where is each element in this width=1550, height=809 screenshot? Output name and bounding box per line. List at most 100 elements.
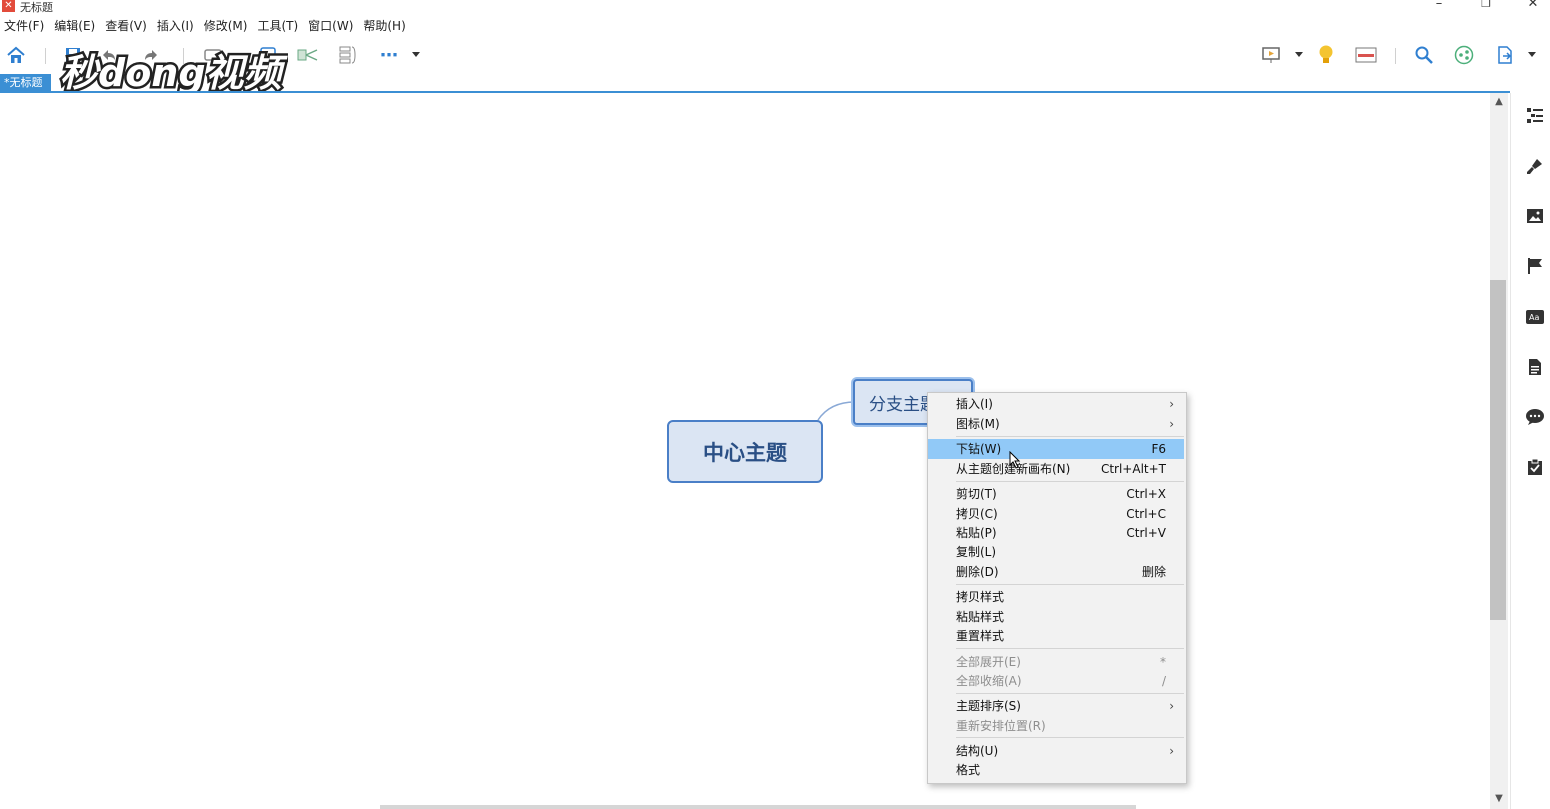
home-button[interactable] xyxy=(5,44,27,66)
document-icon xyxy=(1529,359,1541,375)
menu-item-label: 图标(M) xyxy=(956,417,1000,431)
presentation-dropdown-icon[interactable] xyxy=(1295,52,1303,57)
context-menu-item-drill-down[interactable]: 下钻(W) F6 xyxy=(928,439,1184,459)
central-topic[interactable]: 中心主题 xyxy=(667,420,823,483)
export-icon xyxy=(1498,46,1512,64)
context-menu-item-collapse-all[interactable]: 全部收缩(A) / xyxy=(928,671,1184,691)
watermark-text: 秒dong视频 xyxy=(60,51,288,95)
menu-item-label: 主题排序(S) xyxy=(956,699,1021,713)
menu-item-shortcut: Ctrl+X xyxy=(1126,487,1166,501)
relationship-button[interactable] xyxy=(297,44,319,66)
gantt-icon xyxy=(1355,47,1377,63)
menu-item-label: 插入(I) xyxy=(956,397,993,411)
tab-untitled[interactable]: *无标题 xyxy=(0,74,51,92)
clipboard-check-icon xyxy=(1528,458,1542,475)
context-menu-item-duplicate[interactable]: 复制(L) xyxy=(928,542,1184,562)
horizontal-scrollbar[interactable] xyxy=(380,805,1136,809)
text-style-panel-button[interactable]: Aa xyxy=(1524,306,1546,328)
menu-edit[interactable]: 编辑(E) xyxy=(50,16,101,36)
menu-item-label: 重置样式 xyxy=(956,629,1005,643)
context-menu-item-delete[interactable]: 删除(D) 删除 xyxy=(928,562,1184,582)
task-panel-button[interactable] xyxy=(1524,456,1546,478)
share-icon xyxy=(1454,45,1474,65)
context-menu-item-insert[interactable]: 插入(I) › xyxy=(928,394,1184,414)
menu-item-shortcut: * xyxy=(1160,655,1166,669)
menu-modify[interactable]: 修改(M) xyxy=(200,16,254,36)
restore-button[interactable]: ❐ xyxy=(1471,0,1501,12)
menu-item-label: 重新安排位置(R) xyxy=(956,719,1046,733)
menu-bar: 文件(F) 编辑(E) 查看(V) 插入(I) 修改(M) 工具(T) 窗口(W… xyxy=(0,16,1550,36)
gantt-button[interactable] xyxy=(1355,44,1377,66)
context-menu-item-paste-style[interactable]: 粘贴样式 xyxy=(928,607,1184,627)
menu-file[interactable]: 文件(F) xyxy=(0,16,50,36)
menu-item-label: 拷贝(C) xyxy=(956,507,998,521)
submenu-arrow-icon: › xyxy=(1169,397,1174,411)
menu-separator xyxy=(956,436,1184,437)
menu-help[interactable]: 帮助(H) xyxy=(359,16,411,36)
context-menu-item-sort-topics[interactable]: 主题排序(S) › xyxy=(928,696,1184,716)
menu-separator xyxy=(956,481,1184,482)
menu-item-label: 格式 xyxy=(956,763,981,777)
share-button[interactable] xyxy=(1453,44,1475,66)
scroll-down-icon[interactable]: ▼ xyxy=(1492,793,1506,805)
outline-icon xyxy=(1527,108,1543,123)
menu-item-shortcut: / xyxy=(1161,674,1166,688)
context-menu-item-copy[interactable]: 拷贝(C) Ctrl+C xyxy=(928,504,1184,524)
menu-view[interactable]: 查看(V) xyxy=(101,16,153,36)
menu-item-shortcut: Ctrl+Alt+T xyxy=(1100,462,1166,476)
context-menu-item-rearrange[interactable]: 重新安排位置(R) xyxy=(928,716,1184,736)
menu-tools[interactable]: 工具(T) xyxy=(253,16,304,36)
submenu-arrow-icon: › xyxy=(1169,699,1174,713)
summary-icon xyxy=(339,46,356,64)
relationship-icon xyxy=(297,49,318,61)
more-tools-button[interactable]: ⋯ xyxy=(378,44,400,66)
image-icon xyxy=(1527,209,1543,223)
menu-separator xyxy=(956,737,1184,738)
menu-item-label: 下钻(W) xyxy=(956,442,1002,456)
export-button[interactable] xyxy=(1494,44,1516,66)
menu-item-shortcut: Ctrl+C xyxy=(1126,507,1166,521)
mouse-cursor-icon xyxy=(1009,451,1021,469)
flag-icon xyxy=(1528,258,1542,274)
export-dropdown-icon[interactable] xyxy=(1528,52,1536,57)
context-menu-item-new-sheet-from-topic[interactable]: 从主题创建新画布(N) Ctrl+Alt+T xyxy=(928,459,1184,479)
close-button[interactable]: ✕ xyxy=(1518,0,1548,12)
marker-panel-button[interactable] xyxy=(1524,255,1546,277)
context-menu-item-reset-style[interactable]: 重置样式 xyxy=(928,626,1184,646)
scroll-up-icon[interactable]: ▲ xyxy=(1492,96,1506,108)
side-panel xyxy=(1510,93,1550,809)
context-menu-item-paste[interactable]: 粘贴(P) Ctrl+V xyxy=(928,523,1184,543)
menu-window[interactable]: 窗口(W) xyxy=(304,16,359,36)
brainstorm-button[interactable] xyxy=(1315,44,1337,66)
menu-separator xyxy=(956,648,1184,649)
context-menu-item-expand-all[interactable]: 全部展开(E) * xyxy=(928,652,1184,672)
context-menu-item-structure[interactable]: 结构(U) › xyxy=(928,741,1184,761)
summary-button[interactable] xyxy=(337,44,359,66)
image-panel-button[interactable] xyxy=(1524,205,1546,227)
minimize-button[interactable]: – xyxy=(1424,0,1454,12)
menu-item-label: 拷贝样式 xyxy=(956,590,1005,604)
menu-item-label: 全部展开(E) xyxy=(956,655,1021,669)
context-menu-item-cut[interactable]: 剪切(T) Ctrl+X xyxy=(928,484,1184,504)
menu-insert[interactable]: 插入(I) xyxy=(153,16,200,36)
presentation-button[interactable] xyxy=(1260,44,1282,66)
menu-item-label: 全部收缩(A) xyxy=(956,674,1022,688)
paintbrush-icon xyxy=(1527,159,1542,174)
app-logo-icon: ✕ xyxy=(2,0,15,12)
context-menu-item-icon[interactable]: 图标(M) › xyxy=(928,414,1184,434)
window-title: 无标题 xyxy=(20,1,53,14)
comments-panel-button[interactable] xyxy=(1524,406,1546,428)
context-menu-item-copy-style[interactable]: 拷贝样式 xyxy=(928,587,1184,607)
format-panel-button[interactable] xyxy=(1524,155,1546,177)
context-menu-item-format[interactable]: 格式 xyxy=(928,760,1184,780)
toolbar-separator xyxy=(1395,48,1396,64)
more-tools-dropdown-icon[interactable] xyxy=(412,52,420,57)
home-icon xyxy=(7,46,25,63)
outline-panel-button[interactable] xyxy=(1524,104,1546,126)
menu-separator xyxy=(956,693,1184,694)
vertical-scrollbar-thumb[interactable] xyxy=(1490,280,1506,620)
search-button[interactable] xyxy=(1413,44,1435,66)
menu-item-shortcut: F6 xyxy=(1151,442,1166,456)
search-icon xyxy=(1415,46,1433,64)
notes-panel-button[interactable] xyxy=(1524,356,1546,378)
